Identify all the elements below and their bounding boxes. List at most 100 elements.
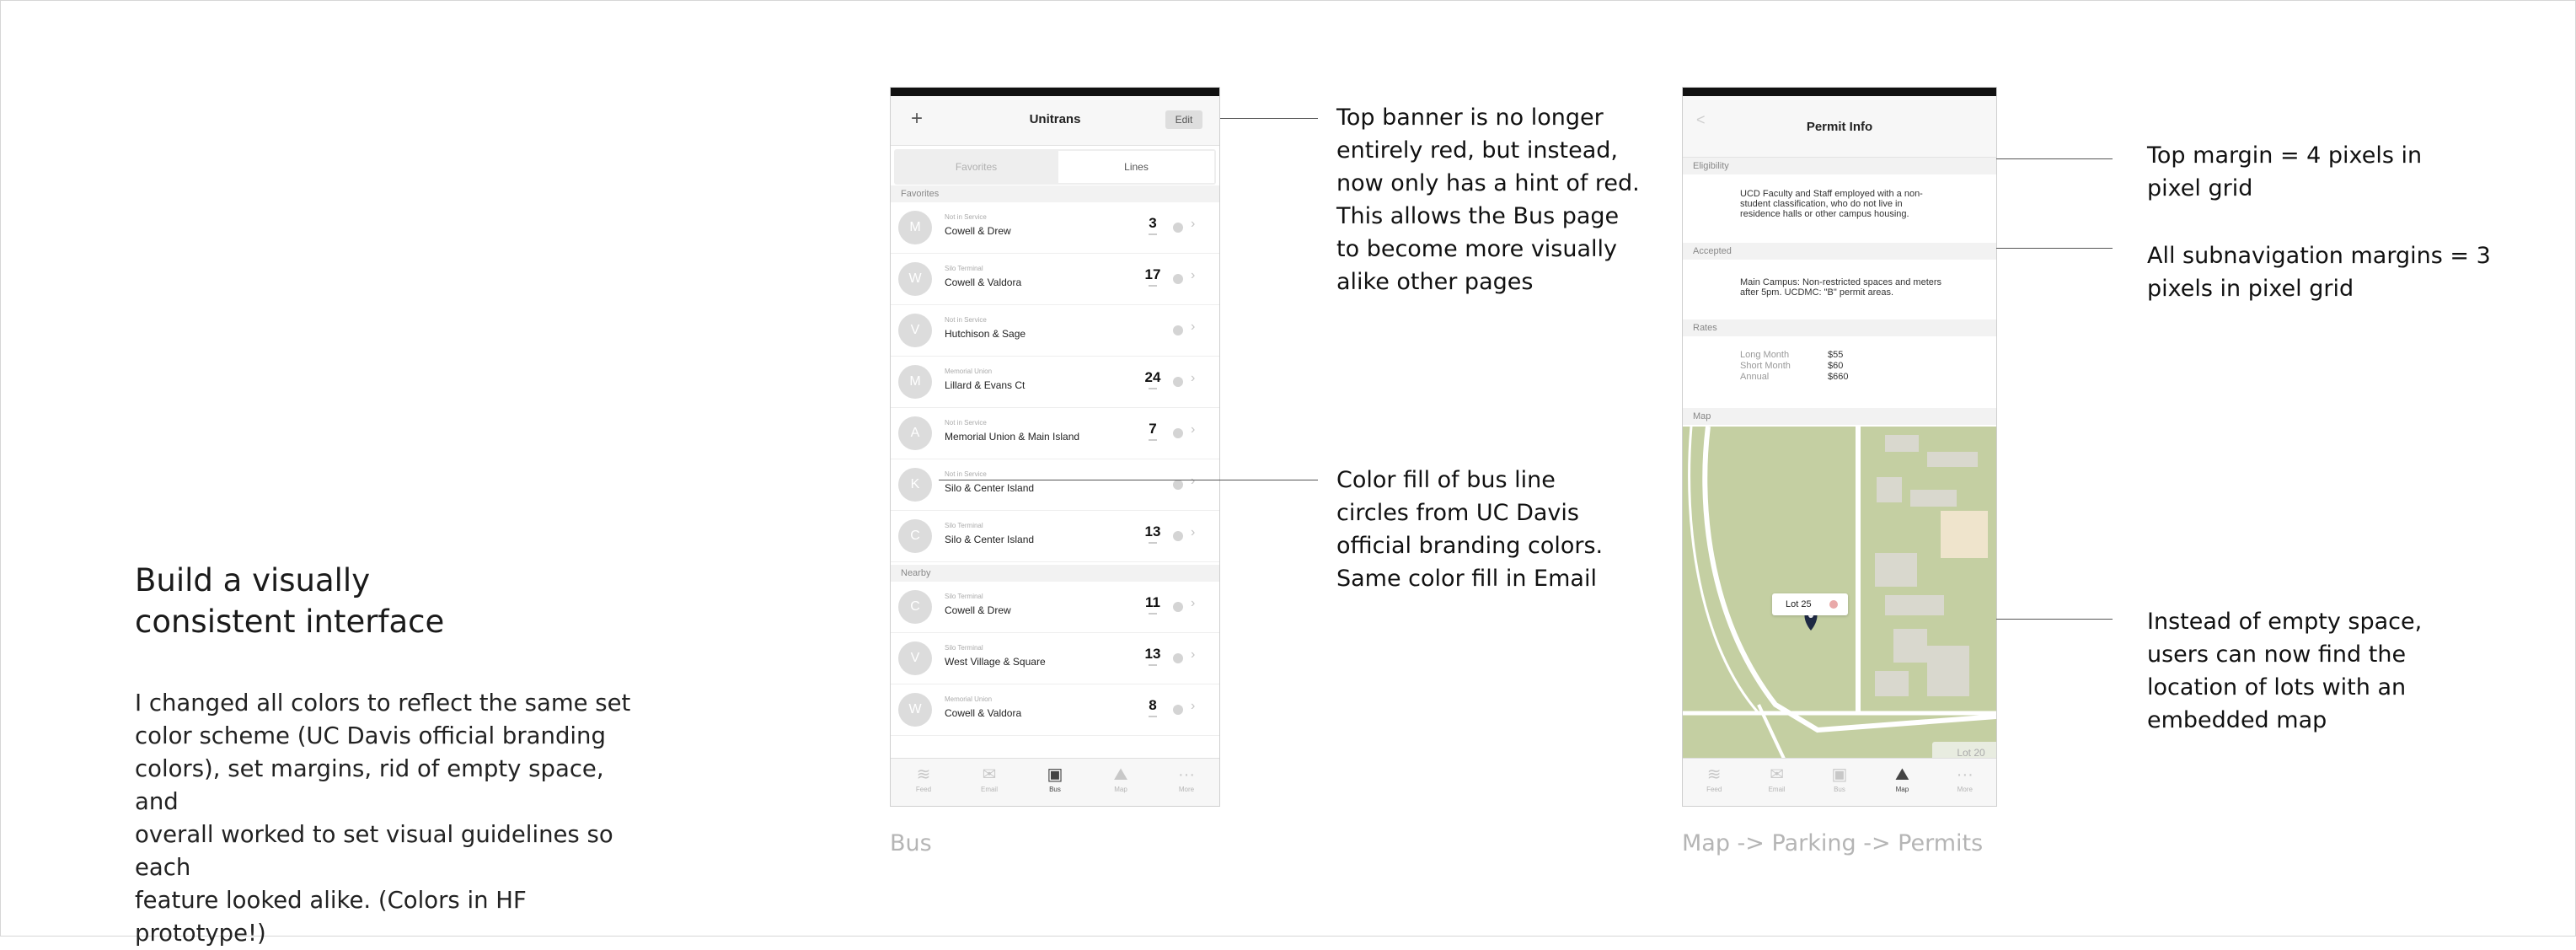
annotation-line: Same color fill in Email xyxy=(1336,566,1597,592)
section-header-nearby: Nearby xyxy=(891,565,1219,582)
map-icon: ⛰ xyxy=(1113,765,1128,784)
minutes-underline xyxy=(1149,439,1157,441)
section-header-map: Map xyxy=(1683,408,1996,425)
nav-bar: + Unitrans Edit xyxy=(891,96,1219,146)
annotation-empty-space: Instead of empty space, users can now fi… xyxy=(2147,605,2422,737)
minutes-underline xyxy=(1149,285,1157,287)
tab-bus[interactable]: ▣ Bus xyxy=(1808,764,1871,793)
leader-line xyxy=(1220,118,1318,119)
annotation-line: pixels in pixel grid xyxy=(2147,276,2354,302)
tab-map[interactable]: ⛰ Map xyxy=(1090,764,1152,793)
lot-callout[interactable]: Lot 25 xyxy=(1772,593,1848,615)
annotation-line: official branding colors. xyxy=(1336,533,1604,559)
tab-label: Bus xyxy=(1834,786,1845,793)
tab-label: More xyxy=(1178,786,1195,793)
close-icon[interactable] xyxy=(1829,600,1838,609)
arrival-minutes: 17 xyxy=(1144,266,1161,282)
alert-icon[interactable] xyxy=(1173,223,1183,233)
alert-icon[interactable] xyxy=(1173,428,1183,438)
tab-more[interactable]: ··· More xyxy=(1934,764,1996,793)
rate-label: Long Month xyxy=(1740,350,1790,360)
tab-label: Feed xyxy=(915,786,932,793)
lot-label: Lot 25 xyxy=(1786,599,1812,609)
chevron-right-icon[interactable]: › xyxy=(1191,474,1195,489)
line-circle: M xyxy=(898,365,932,399)
chevron-right-icon[interactable]: › xyxy=(1191,217,1195,232)
line-circle: C xyxy=(898,590,932,624)
line-circle: K xyxy=(898,468,932,502)
bus-icon: ▣ xyxy=(1047,765,1063,784)
chevron-right-icon[interactable]: › xyxy=(1191,371,1195,386)
tab-feed[interactable]: ≋ Feed xyxy=(1683,764,1745,793)
alert-icon[interactable] xyxy=(1173,653,1183,663)
list-item[interactable]: M Memorial Union Lillard & Evans Ct 24 › xyxy=(891,357,1219,408)
embedded-map[interactable]: Lot 25 Lot 20 xyxy=(1683,427,1996,759)
stop-name: Silo & Center Island xyxy=(945,482,1035,494)
chevron-right-icon[interactable]: › xyxy=(1191,525,1195,540)
route-status: Not in Service xyxy=(945,213,987,221)
chevron-right-icon[interactable]: › xyxy=(1191,319,1195,335)
tab-bus[interactable]: ▣ Bus xyxy=(1024,764,1086,793)
page-title: Permit Info xyxy=(1806,120,1873,134)
section-header-eligibility: Eligibility xyxy=(1683,158,1996,174)
alert-icon[interactable] xyxy=(1173,531,1183,541)
annotation-line: entirely red, but instead, xyxy=(1336,137,1618,164)
chevron-right-icon[interactable]: › xyxy=(1191,596,1195,611)
alert-icon[interactable] xyxy=(1173,602,1183,612)
annotation-line: All subnavigation margins = 3 xyxy=(2147,243,2491,269)
list-item[interactable]: M Not in Service Cowell & Drew 3 › xyxy=(891,202,1219,254)
route-status: Not in Service xyxy=(945,419,987,427)
list-item[interactable]: K Not in Service Silo & Center Island › xyxy=(891,459,1219,511)
list-item[interactable]: V Not in Service Hutchison & Sage › xyxy=(891,305,1219,357)
list-item[interactable]: W Silo Terminal Cowell & Valdora 17 › xyxy=(891,254,1219,305)
email-icon: ✉ xyxy=(982,765,997,784)
arrival-minutes: 3 xyxy=(1149,215,1157,231)
minutes-underline xyxy=(1149,233,1157,235)
alert-icon[interactable] xyxy=(1173,274,1183,284)
feed-icon: ≋ xyxy=(916,765,931,784)
tab-more[interactable]: ··· More xyxy=(1155,764,1218,793)
chevron-right-icon[interactable]: › xyxy=(1191,647,1195,663)
tab-favorites[interactable]: Favorites xyxy=(896,151,1057,183)
route-status: Silo Terminal xyxy=(945,265,983,272)
tab-map[interactable]: ⛰ Map xyxy=(1871,764,1933,793)
list-item[interactable]: A Not in Service Memorial Union & Main Isl… xyxy=(891,408,1219,459)
caption-bus: Bus xyxy=(890,830,932,856)
line-circle: W xyxy=(898,693,932,727)
route-status: Not in Service xyxy=(945,470,987,478)
tab-label: More xyxy=(1957,786,1973,793)
rates-block: Long Month $55 Short Month $60 Annual $6… xyxy=(1683,336,1996,406)
lot-marker[interactable]: Lot 20 xyxy=(1932,742,1996,759)
rate-value: $55 xyxy=(1828,350,1844,360)
tab-feed[interactable]: ≋ Feed xyxy=(892,764,955,793)
tab-email[interactable]: ✉ Email xyxy=(1746,764,1808,793)
edit-button[interactable]: Edit xyxy=(1165,110,1202,129)
list-item[interactable]: V Silo Terminal West Village & Square 13 › xyxy=(891,633,1219,684)
description-line: feature looked alike. (Colors in HF prot… xyxy=(135,887,527,947)
stop-name: Lillard & Evans Ct xyxy=(945,379,1026,391)
alert-icon[interactable] xyxy=(1173,377,1183,387)
list-item[interactable]: C Silo Terminal Cowell & Drew 11 › xyxy=(891,582,1219,633)
list-item[interactable]: W Memorial Union Cowell & Valdora 8 › xyxy=(891,684,1219,736)
chevron-right-icon[interactable]: › xyxy=(1191,268,1195,283)
chevron-right-icon[interactable]: › xyxy=(1191,699,1195,714)
tab-label: Bus xyxy=(1049,786,1061,793)
tab-lines[interactable]: Lines xyxy=(1058,151,1214,183)
status-bar xyxy=(891,88,1219,96)
list-item[interactable]: C Silo Terminal Silo & Center Island 13 › xyxy=(891,511,1219,562)
alert-icon[interactable] xyxy=(1173,480,1183,490)
line-circle: C xyxy=(898,519,932,553)
tab-bar: ≋ Feed ✉ Email ▣ Bus ⛰ Map ··· More xyxy=(891,758,1219,806)
chevron-right-icon[interactable]: › xyxy=(1191,422,1195,437)
tab-email[interactable]: ✉ Email xyxy=(958,764,1020,793)
line-circle: W xyxy=(898,262,932,296)
stop-name: Silo & Center Island xyxy=(945,534,1035,545)
alert-icon[interactable] xyxy=(1173,325,1183,335)
arrival-minutes: 7 xyxy=(1149,421,1157,437)
section-header-favorites: Favorites xyxy=(891,185,1219,202)
alert-icon[interactable] xyxy=(1173,705,1183,715)
more-icon: ··· xyxy=(1178,765,1195,784)
section-header-rates: Rates xyxy=(1683,319,1996,336)
page-heading: Build a visually consistent interface xyxy=(135,560,573,642)
stop-name: West Village & Square xyxy=(945,656,1046,668)
